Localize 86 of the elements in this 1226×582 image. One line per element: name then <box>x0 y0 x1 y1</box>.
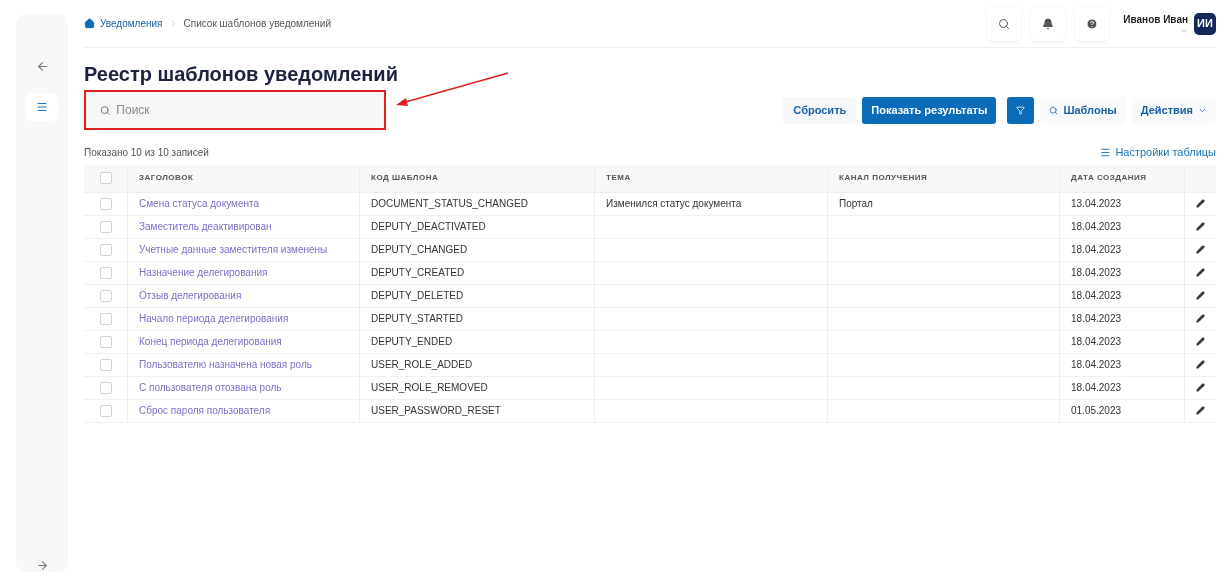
checkbox[interactable] <box>99 404 112 417</box>
show-results-button[interactable]: Показать результаты <box>862 96 997 124</box>
templates-button[interactable]: Шаблоны <box>1040 96 1126 124</box>
search-field[interactable]: Поиск <box>84 90 386 130</box>
template-title-link[interactable]: Начало периода делегирования <box>139 311 289 326</box>
filter-icon <box>1016 105 1026 115</box>
table-cell-text: DEPUTY_DEACTIVATED <box>371 220 486 234</box>
edit-icon[interactable] <box>1196 406 1205 415</box>
edit-icon[interactable] <box>1196 383 1205 392</box>
table-cell-text: USER_ROLE_REMOVED <box>371 381 488 395</box>
search-icon <box>998 17 1011 30</box>
user-avatar[interactable]: ИИ <box>1194 12 1216 35</box>
edit-icon[interactable] <box>1196 268 1205 277</box>
checkbox[interactable] <box>99 381 112 394</box>
column-header: ТЕМА <box>606 172 631 184</box>
breadcrumb-link[interactable]: Список шаблонов уведомлений <box>183 16 332 31</box>
table-cell-text: DOCUMENT_STATUS_CHANGED <box>371 197 528 211</box>
table-cell-text: DEPUTY_CREATED <box>371 266 465 280</box>
template-title-link[interactable]: Отзыв делегирования <box>139 288 242 303</box>
table-settings-link[interactable]: Настройки таблицы <box>1100 144 1216 161</box>
template-title-link[interactable]: Смена статуса документа <box>139 196 259 211</box>
table-cell-text: 01.05.2023 <box>1071 404 1122 418</box>
table-cell-text: DEPUTY_CHANGED <box>371 243 468 257</box>
user-name[interactable]: Иванов Иван <box>1123 12 1188 27</box>
column-header: ЗАГОЛОВОК <box>139 172 194 184</box>
menu-icon <box>1100 146 1112 158</box>
checkbox[interactable] <box>99 243 112 256</box>
checkbox[interactable] <box>99 312 112 325</box>
checkbox[interactable] <box>99 335 112 348</box>
table-cell-text: 18.04.2023 <box>1071 335 1122 349</box>
template-title-link[interactable]: С пользователя отозвана роль <box>139 380 282 395</box>
table-cell-text: DEPUTY_DELETED <box>371 289 464 303</box>
table-cell-text: 18.04.2023 <box>1071 381 1122 395</box>
search-input[interactable]: Поиск <box>116 101 370 119</box>
template-title-link[interactable]: Назначение делегирования <box>139 265 268 280</box>
edit-icon[interactable] <box>1196 291 1205 300</box>
table-cell-text: DEPUTY_STARTED <box>371 312 463 326</box>
notifications-button[interactable] <box>1031 6 1066 41</box>
filter-button[interactable] <box>1007 96 1035 124</box>
reset-button[interactable]: Сбросить <box>783 96 857 124</box>
menu-icon <box>36 101 48 113</box>
template-title-link[interactable]: Пользователю назначена новая роль <box>139 357 312 372</box>
checkbox[interactable] <box>99 289 112 302</box>
edit-icon[interactable] <box>1196 199 1205 208</box>
template-title-link[interactable]: Конец периода делегирования <box>139 334 282 349</box>
edit-icon[interactable] <box>1196 222 1205 231</box>
table-cell-text: 18.04.2023 <box>1071 312 1122 326</box>
column-header: КАНАЛ ПОЛУЧЕНИЯ <box>839 172 928 184</box>
edit-icon[interactable] <box>1196 245 1205 254</box>
table-cell-text: 18.04.2023 <box>1071 243 1122 257</box>
column-header: ДАТА СОЗДАНИЯ <box>1071 172 1147 184</box>
table-cell-text: 13.04.2023 <box>1071 197 1122 211</box>
table-cell-text: DEPUTY_ENDED <box>371 335 453 349</box>
table-cell-text: 18.04.2023 <box>1071 289 1122 303</box>
checkbox[interactable] <box>99 172 112 184</box>
search-icon <box>1049 105 1059 115</box>
table-cell-text: 18.04.2023 <box>1071 266 1122 280</box>
column-header: КОД ШАБЛОНА <box>371 172 439 184</box>
expand-arrow-icon[interactable] <box>35 559 49 572</box>
actions-button[interactable]: Действия <box>1131 96 1216 124</box>
template-title-link[interactable]: Заместитель деактивирован <box>139 219 272 234</box>
search-button[interactable] <box>987 6 1022 41</box>
table-cell-text: Портал <box>839 197 873 211</box>
edit-icon[interactable] <box>1196 314 1205 323</box>
page-title: Реестр шаблонов уведомлений <box>84 62 399 86</box>
records-count: Показано 10 из 10 записей <box>84 145 209 160</box>
table-cell-text: Изменился статус документа <box>606 197 742 211</box>
help-button[interactable] <box>1075 6 1110 41</box>
search-icon <box>100 104 111 116</box>
bell-icon <box>1042 17 1055 30</box>
checkbox[interactable] <box>99 358 112 371</box>
back-arrow-icon[interactable] <box>35 60 49 73</box>
template-title-link[interactable]: Учетные данные заместителя изменены <box>139 242 328 257</box>
edit-icon[interactable] <box>1196 337 1205 346</box>
help-icon <box>1086 17 1099 30</box>
breadcrumb-link[interactable]: Уведомления <box>100 16 163 31</box>
home-icon[interactable] <box>84 18 95 29</box>
checkbox[interactable] <box>99 220 112 233</box>
table-cell-text: USER_ROLE_ADDED <box>371 358 473 372</box>
checkbox[interactable] <box>99 197 112 210</box>
template-title-link[interactable]: Сброс пароля пользователя <box>139 403 271 418</box>
edit-icon[interactable] <box>1196 360 1205 369</box>
table-cell-text: USER_PASSWORD_RESET <box>371 404 501 418</box>
table-cell-text: 18.04.2023 <box>1071 358 1122 372</box>
checkbox[interactable] <box>99 266 112 279</box>
table-cell-text: 18.04.2023 <box>1071 220 1122 234</box>
